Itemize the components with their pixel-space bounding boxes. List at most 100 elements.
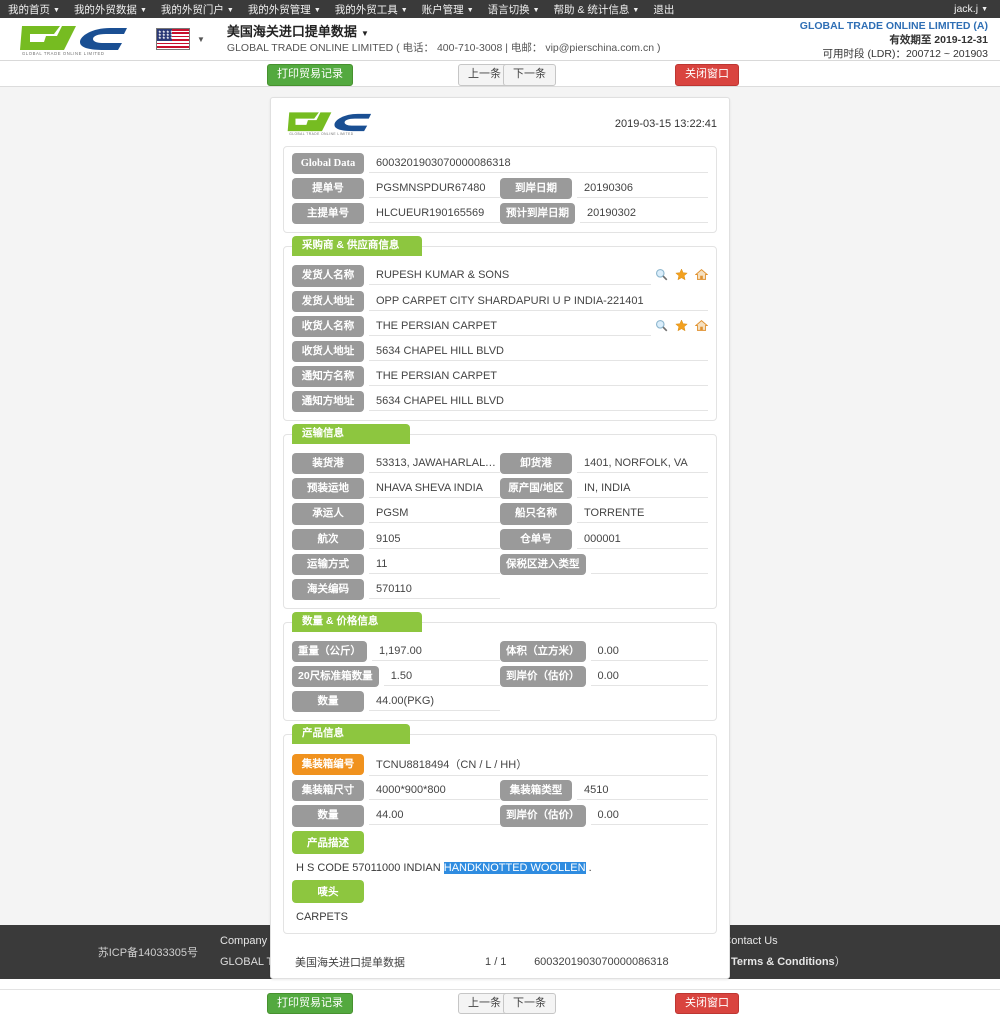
field-product-quantity: 数量 44.00 bbox=[292, 805, 500, 827]
nav-label: 退出 bbox=[653, 3, 675, 16]
row-quantity: 数量 44.00(PKG) bbox=[292, 691, 708, 713]
field-label: 到岸价（估价） bbox=[500, 805, 586, 827]
field-value: 44.00(PKG) bbox=[369, 692, 500, 712]
footer-link-terms-conditions[interactable]: Terms & Conditions bbox=[731, 956, 835, 968]
nav-item-trade-tools[interactable]: 我的外贸工具 ▼ bbox=[335, 2, 408, 17]
home-icon[interactable] bbox=[694, 319, 709, 334]
field-label: 收货人地址 bbox=[292, 340, 364, 362]
field-value: 1.50 bbox=[383, 667, 500, 687]
record-card-footer: 美国海关进口提单数据 1 / 1 6003201903070000086318 bbox=[283, 946, 717, 972]
field-value: 44.00 bbox=[369, 806, 500, 826]
field-label: 装货港 bbox=[292, 453, 364, 475]
field-container-number: 集装箱编号 TCNU8818494（CN / L / HH） bbox=[292, 753, 708, 777]
consignee-action-icons bbox=[651, 319, 709, 334]
description-prefix: H S CODE 57011000 INDIAN bbox=[296, 861, 444, 874]
quantity-panel-title: 数量 & 价格信息 bbox=[292, 611, 422, 632]
field-global-data: Global Data 6003201903070000086318 bbox=[292, 153, 708, 175]
field-label: 集装箱编号 bbox=[292, 754, 364, 776]
parties-rows: 发货人名称 RUPESH KUMAR & SONS 发货人地址 OPP CARP… bbox=[292, 265, 709, 413]
field-value: THE PERSIAN CARPET bbox=[369, 367, 708, 386]
field-notify-party-name: 通知方名称 THE PERSIAN CARPET bbox=[292, 365, 708, 387]
shipping-panel-title: 运输信息 bbox=[292, 424, 410, 444]
nav-item-language-switch[interactable]: 语言切换 ▼ bbox=[488, 2, 540, 17]
nav-label: 帮助 & 统计信息 bbox=[553, 3, 630, 16]
nav-item-logout[interactable]: 退出 bbox=[653, 2, 674, 17]
field-vessel-name: 船只名称 TORRENTE bbox=[500, 503, 708, 525]
print-trade-record-button-bottom[interactable]: 打印贸易记录 bbox=[267, 992, 353, 1015]
row-ports: 装货港 53313, JAWAHARLAL NEHRU 卸货港 1401, NO… bbox=[292, 453, 708, 475]
next-record-button-bottom[interactable]: 下一条 bbox=[503, 992, 556, 1015]
field-shipper-address: 发货人地址 OPP CARPET CITY SHARDAPURI U P IND… bbox=[292, 290, 708, 312]
close-window-button-bottom[interactable]: 关闭窗口 bbox=[675, 992, 739, 1015]
user-name: jack.j bbox=[954, 3, 979, 15]
star-icon[interactable] bbox=[675, 268, 688, 283]
nav-item-home[interactable]: 我的首页 ▼ bbox=[8, 2, 60, 17]
field-transport-mode: 运输方式 11 bbox=[292, 553, 500, 575]
record-card: GLOBAL TRADE ONLINE LIMITED 2019-03-15 1… bbox=[270, 97, 730, 979]
row-shipper-address: 发货人地址 OPP CARPET CITY SHARDAPURI U P IND… bbox=[292, 290, 708, 312]
field-label: 原产国/地区 bbox=[500, 478, 572, 500]
shipping-rows: 装货港 53313, JAWAHARLAL NEHRU 卸货港 1401, NO… bbox=[292, 453, 708, 600]
nav-item-account-management[interactable]: 账户管理 ▼ bbox=[422, 2, 474, 17]
search-icon[interactable] bbox=[655, 319, 668, 334]
chevron-down-icon: ▼ bbox=[466, 6, 474, 14]
page-title[interactable]: 美国海关进口提单数据 ▼ bbox=[227, 23, 661, 41]
quantity-panel: 数量 & 价格信息 重量（公斤） 1,197.00 体积（立方米） 0.00 2… bbox=[283, 611, 717, 722]
record-id: 6003201903070000086318 bbox=[534, 955, 669, 968]
field-label: 到岸价（估价） bbox=[500, 666, 586, 688]
field-master-bill-of-lading: 主提单号 HLCUEUR190165569 bbox=[292, 203, 500, 225]
nav-item-help-stats[interactable]: 帮助 & 统计信息 ▼ bbox=[554, 2, 640, 17]
chevron-down-icon: ▼ bbox=[53, 6, 60, 14]
field-notify-party-address: 通知方地址 5634 CHAPEL HILL BLVD bbox=[292, 391, 708, 413]
field-consignee-address: 收货人地址 5634 CHAPEL HILL BLVD bbox=[292, 340, 708, 362]
field-value: 1401, NORFOLK, VA bbox=[577, 454, 708, 474]
field-label: 保税区进入类型 bbox=[500, 553, 586, 575]
field-value: 4510 bbox=[577, 781, 708, 801]
field-shipper-name: 发货人名称 RUPESH KUMAR & SONS bbox=[292, 265, 709, 287]
field-cif-estimated: 到岸价（估价） 0.00 bbox=[500, 666, 708, 688]
close-window-button[interactable]: 关闭窗口 bbox=[675, 64, 739, 86]
product-panel-title: 产品信息 bbox=[292, 724, 410, 744]
field-label: 航次 bbox=[292, 528, 364, 550]
basic-info-panel: Global Data 6003201903070000086318 提单号 P… bbox=[283, 146, 717, 234]
basic-info-rows: Global Data 6003201903070000086318 提单号 P… bbox=[292, 153, 708, 225]
field-arrival-date: 到岸日期 20190306 bbox=[500, 178, 708, 200]
star-icon[interactable] bbox=[675, 319, 688, 334]
field-value: 53313, JAWAHARLAL NEHRU bbox=[369, 454, 500, 474]
row-bl-arrival: 提单号 PGSMNSPDUR67480 到岸日期 20190306 bbox=[292, 178, 708, 200]
print-trade-record-button[interactable]: 打印贸易记录 bbox=[267, 64, 353, 86]
legal-close-paren: ） bbox=[834, 956, 846, 968]
field-label: 承运人 bbox=[292, 503, 364, 525]
chevron-down-icon: ▼ bbox=[360, 29, 369, 39]
field-label: 集装箱类型 bbox=[500, 780, 572, 802]
row-hs-code: 海关编码 570110 bbox=[292, 578, 708, 600]
nav-item-trade-management[interactable]: 我的外贸管理 ▼ bbox=[248, 2, 321, 17]
field-value: THE PERSIAN CARPET bbox=[369, 317, 651, 336]
next-record-button[interactable]: 下一条 bbox=[503, 64, 556, 86]
field-label: 卸货港 bbox=[500, 453, 572, 475]
home-icon[interactable] bbox=[694, 268, 709, 283]
country-selector[interactable]: ★★★★★★★★★★★★★★★ ▼ bbox=[156, 28, 205, 50]
row-voyage-manifest: 航次 9105 仓单号 000001 bbox=[292, 528, 708, 550]
account-name[interactable]: GLOBAL TRADE ONLINE LIMITED (A) bbox=[800, 19, 988, 33]
field-value: OPP CARPET CITY SHARDAPURI U P INDIA-221… bbox=[369, 292, 708, 311]
search-icon[interactable] bbox=[655, 268, 668, 283]
header-title-block: 美国海关进口提单数据 ▼ GLOBAL TRADE ONLINE LIMITED … bbox=[227, 23, 661, 55]
account-info-block: GLOBAL TRADE ONLINE LIMITED (A) 有效期至 201… bbox=[800, 19, 988, 62]
field-value: 9105 bbox=[369, 530, 500, 549]
field-label: 仓单号 bbox=[500, 528, 572, 550]
row-master-bl-eta: 主提单号 HLCUEUR190165569 预计到岸日期 20190302 bbox=[292, 203, 708, 225]
chevron-down-icon: ▼ bbox=[632, 6, 640, 14]
row-product-quantity-cif: 数量 44.00 到岸价（估价） 0.00 bbox=[292, 805, 708, 827]
field-teu-count: 20尺标准箱数量 1.50 bbox=[292, 666, 500, 688]
product-rows: 集装箱编号 TCNU8818494（CN / L / HH） 集装箱尺寸 400… bbox=[292, 753, 708, 924]
footer-link-contact-us[interactable]: Contact Us bbox=[723, 935, 777, 947]
field-value: 20190306 bbox=[577, 179, 708, 199]
row-carrier-vessel: 承运人 PGSM 船只名称 TORRENTE bbox=[292, 503, 708, 525]
nav-item-trade-portal[interactable]: 我的外贸门户 ▼ bbox=[161, 2, 234, 17]
page-header: GLOBAL TRADE ONLINE LIMITED ★★★★★★★★★★★★… bbox=[0, 18, 1000, 61]
nav-item-trade-data[interactable]: 我的外贸数据 ▼ bbox=[74, 2, 147, 17]
field-label: 发货人地址 bbox=[292, 290, 364, 312]
page-title-text: 美国海关进口提单数据 bbox=[226, 24, 357, 40]
nav-item-user-menu[interactable]: jack.j ▼ bbox=[954, 3, 988, 15]
